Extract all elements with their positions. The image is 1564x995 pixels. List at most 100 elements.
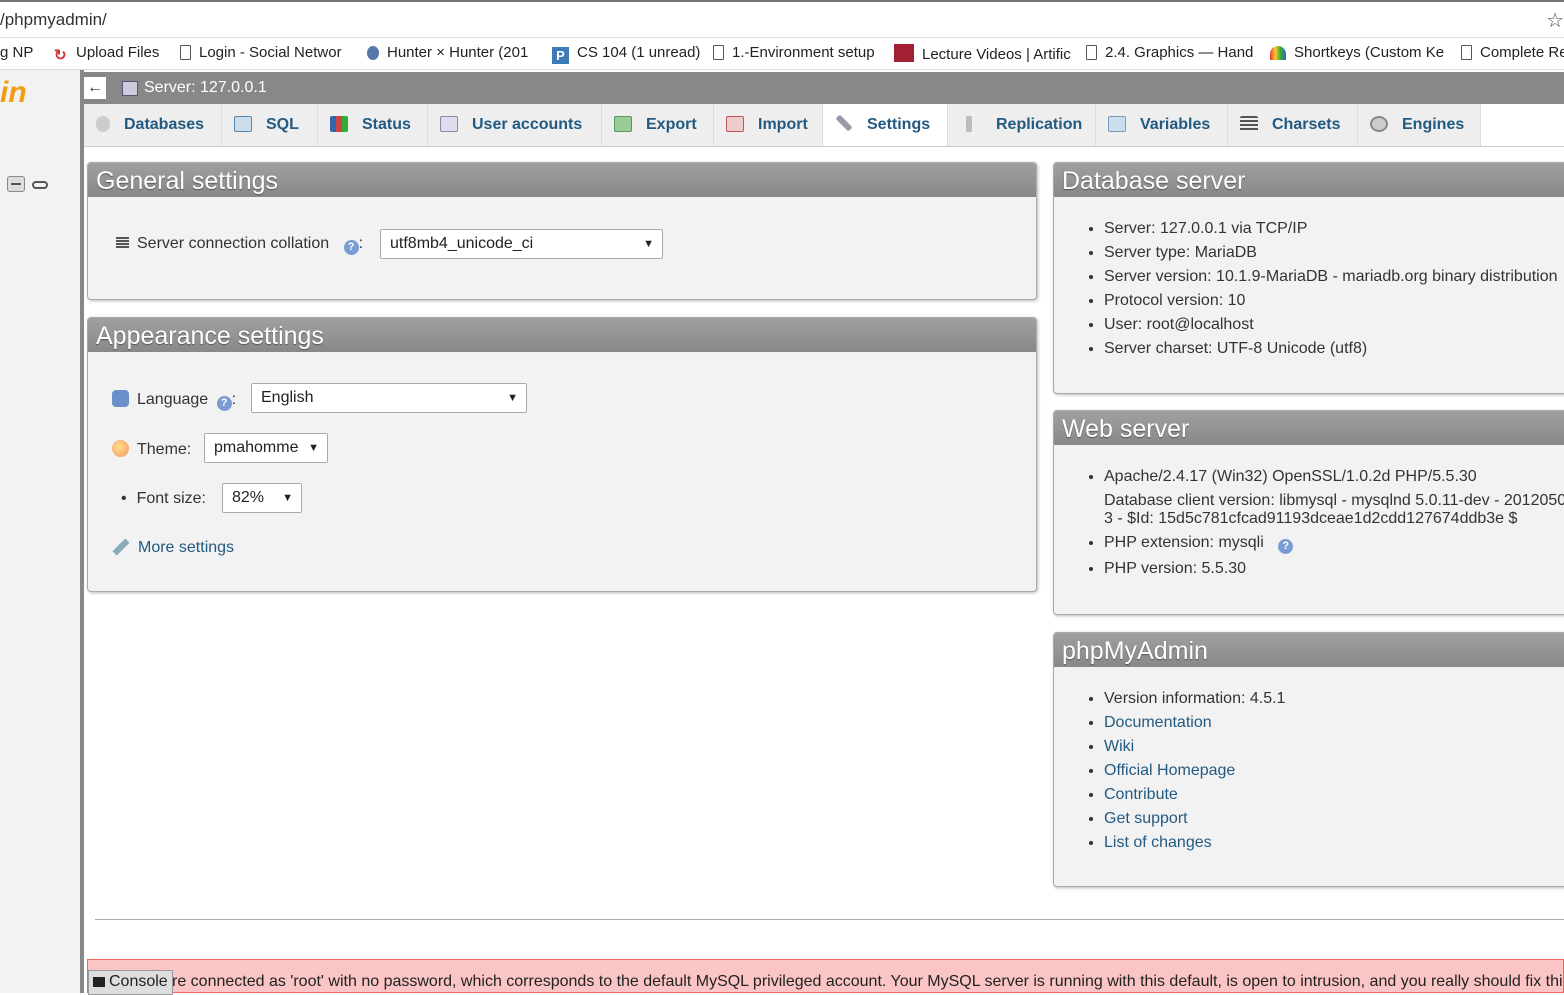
general-settings-panel: General settings Server connection colla… (87, 162, 1037, 300)
wiki-link[interactable]: Wiki (1104, 738, 1134, 755)
theme-palette-icon (112, 440, 129, 457)
list-item: PHP version: 5.5.30 (1104, 560, 1564, 578)
tab-databases[interactable]: Databases (84, 104, 222, 146)
list-item: Get support (1104, 810, 1564, 828)
phpmyadmin-logo[interactable]: in (0, 76, 27, 110)
list-item: Server version: 10.1.9-MariaDB - mariadb… (1104, 268, 1564, 286)
list-item: Documentation (1104, 714, 1564, 732)
list-item: List of changes (1104, 834, 1564, 852)
language-row: Language ?: (112, 390, 236, 411)
panel-title: phpMyAdmin (1054, 633, 1564, 667)
list-item: User: root@localhost (1104, 316, 1564, 334)
bookmark-item[interactable]: 1.-Environment setup (713, 44, 875, 61)
collation-select[interactable]: utf8mb4_unicode_ci ▼ (380, 229, 663, 259)
panel-splitter[interactable] (80, 70, 84, 993)
hunter-icon (367, 46, 379, 60)
bookmark-item[interactable]: P CS 104 (1 unread) (552, 44, 700, 64)
server-breadcrumb[interactable]: Server: 127.0.0.1 (144, 79, 267, 97)
list-item: Server: 127.0.0.1 via TCP/IP (1104, 220, 1564, 238)
url-text[interactable]: /phpmyadmin/ (0, 10, 107, 30)
more-settings-link[interactable]: More settings (138, 539, 234, 556)
navigation-panel: in (0, 70, 80, 993)
tab-user-accounts[interactable]: User accounts (428, 104, 602, 146)
font-size-label: Font size: (136, 490, 206, 507)
list-item: Protocol version: 10 (1104, 292, 1564, 310)
web-server-list: Apache/2.4.17 (Win32) OpenSSL/1.0.2d PHP… (1054, 468, 1564, 578)
get-support-link[interactable]: Get support (1104, 810, 1188, 827)
chevron-down-icon: ▼ (282, 492, 293, 504)
list-item: Apache/2.4.17 (Win32) OpenSSL/1.0.2d PHP… (1104, 468, 1564, 486)
list-item: PHP extension: mysqli ? (1104, 534, 1564, 554)
bookmark-star-icon[interactable]: ☆ (1546, 8, 1564, 33)
variables-icon (1108, 116, 1126, 132)
more-settings-row: More settings (112, 538, 234, 557)
font-size-row: • Font size: (121, 490, 206, 508)
theme-select[interactable]: pmahomme ▼ (204, 433, 328, 463)
language-icon (112, 390, 129, 407)
documentation-link[interactable]: Documentation (1104, 714, 1212, 731)
contribute-link[interactable]: Contribute (1104, 786, 1178, 803)
font-size-select[interactable]: 82% ▼ (222, 483, 302, 513)
bookmark-item[interactable]: 2.4. Graphics — Hand (1086, 44, 1253, 61)
tab-sql[interactable]: SQL (222, 104, 318, 146)
wrench-icon (835, 114, 853, 132)
tab-charsets[interactable]: Charsets (1228, 104, 1358, 146)
bookmark-item[interactable]: ↻ Upload Files (54, 44, 159, 64)
tab-export[interactable]: Export (602, 104, 714, 146)
bookmark-item[interactable]: Hunter × Hunter (201 (367, 44, 528, 61)
server-icon (122, 81, 138, 96)
panel-title: Appearance settings (88, 318, 1036, 352)
list-of-changes-link[interactable]: List of changes (1104, 834, 1212, 851)
divider (95, 919, 1564, 920)
server-breadcrumb-bar: ← Server: 127.0.0.1 (84, 72, 1564, 104)
mit-ocw-icon (894, 44, 914, 62)
page-icon (713, 45, 724, 60)
bookmark-item[interactable]: Lecture Videos | Artific (894, 44, 1071, 63)
tab-replication[interactable]: Replication (948, 104, 1096, 146)
bookmark-item[interactable]: Shortkeys (Custom Ke (1270, 44, 1444, 61)
panel-title: General settings (88, 163, 1036, 197)
browser-url-bar[interactable]: /phpmyadmin/ ☆ (0, 0, 1564, 38)
shortkeys-icon (1270, 46, 1286, 60)
back-arrow-button[interactable]: ← (84, 77, 106, 99)
page-icon (1461, 45, 1472, 60)
tab-import[interactable]: Import (714, 104, 823, 146)
upload-icon: ↻ (54, 47, 67, 64)
piazza-icon: P (552, 47, 569, 64)
page-icon (1086, 45, 1097, 60)
language-select[interactable]: English ▼ (251, 383, 527, 413)
appearance-settings-panel: Appearance settings Language ?: English ▼… (87, 317, 1037, 592)
charsets-icon (1240, 116, 1258, 132)
chevron-down-icon: ▼ (308, 442, 319, 454)
tab-status[interactable]: Status (318, 104, 428, 146)
bookmarks-bar: g NP ↻ Upload Files Login - Social Networ… (0, 38, 1564, 70)
list-item: Official Homepage (1104, 762, 1564, 780)
bookmark-item[interactable]: Login - Social Networ (180, 44, 342, 61)
database-server-list: Server: 127.0.0.1 via TCP/IP Server type… (1054, 220, 1564, 358)
engines-icon (1370, 116, 1388, 132)
bookmark-item[interactable]: Complete Re (1461, 44, 1564, 61)
tab-variables[interactable]: Variables (1096, 104, 1228, 146)
replication-icon (966, 116, 972, 132)
chevron-down-icon: ▼ (507, 392, 518, 404)
link-with-main-panel-icon[interactable] (32, 181, 48, 189)
help-icon[interactable]: ? (343, 240, 359, 255)
help-icon[interactable]: ? (216, 396, 232, 411)
list-item: Contribute (1104, 786, 1564, 804)
help-icon[interactable]: ? (1278, 539, 1294, 554)
list-item: Database client version: libmysql - mysq… (1104, 492, 1564, 528)
list-item: Wiki (1104, 738, 1564, 756)
panel-title: Web server (1054, 411, 1564, 445)
official-homepage-link[interactable]: Official Homepage (1104, 762, 1235, 779)
list-item: Server type: MariaDB (1104, 244, 1564, 262)
web-server-panel: Web server Apache/2.4.17 (Win32) OpenSSL… (1053, 410, 1564, 615)
database-server-panel: Database server Server: 127.0.0.1 via TC… (1053, 162, 1564, 394)
collapse-all-icon[interactable] (7, 176, 25, 192)
sql-icon (234, 116, 252, 132)
tab-settings[interactable]: Settings (823, 104, 948, 146)
bookmark-item[interactable]: g NP (0, 44, 33, 61)
collation-row: Server connection collation ?: (116, 235, 363, 255)
tab-engines[interactable]: Engines (1358, 104, 1481, 146)
chevron-down-icon: ▼ (643, 238, 654, 250)
console-toggle[interactable]: Console (88, 970, 173, 995)
